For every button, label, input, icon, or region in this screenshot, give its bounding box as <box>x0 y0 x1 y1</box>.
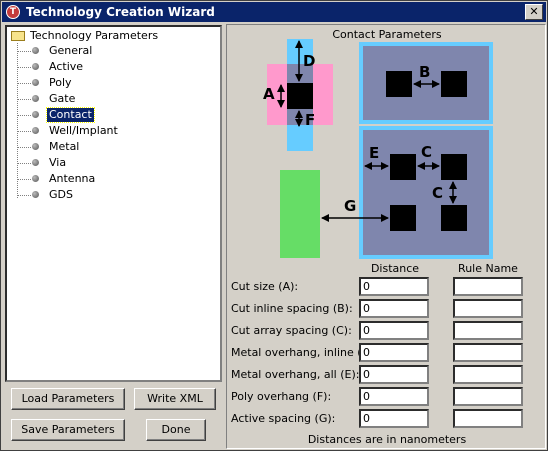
tree-item-general[interactable]: General <box>17 44 167 58</box>
poly-overhang-label: Poly overhang (F): <box>231 390 332 403</box>
tree-item-well-implant[interactable]: Well/Implant <box>17 124 167 138</box>
tree-item-label: GDS <box>49 188 73 201</box>
tree-root-label: Technology Parameters <box>30 29 159 42</box>
tree-item-poly[interactable]: Poly <box>17 76 167 90</box>
node-icon <box>32 79 39 86</box>
contact-cut-array-2 <box>441 154 467 180</box>
load-parameters-button[interactable]: Load Parameters <box>11 388 125 410</box>
title-bar: T Technology Creation Wizard ✕ <box>2 2 546 22</box>
node-icon <box>32 63 39 70</box>
tree-item-label: Via <box>49 156 67 169</box>
cut-inline-spacing-distance-input[interactable]: 0 <box>359 299 429 318</box>
wizard-window: T Technology Creation Wizard ✕ Technolog… <box>0 0 548 451</box>
tree-item-via[interactable]: Via <box>17 156 167 170</box>
done-button[interactable]: Done <box>146 419 206 441</box>
active-spacing-rule-input[interactable] <box>453 409 523 428</box>
close-button[interactable]: ✕ <box>525 4 543 20</box>
node-icon <box>32 143 39 150</box>
metal-overhang-inline-label: Metal overhang, inline (D): <box>231 346 378 359</box>
label-b: B <box>419 63 430 81</box>
well-region-inline <box>363 46 489 120</box>
tree-item-label: Gate <box>49 92 76 105</box>
label-g: G <box>344 197 356 215</box>
cut-array-spacing-rule-input[interactable] <box>453 321 523 340</box>
folder-icon <box>11 31 25 41</box>
metal-overhang-inline-distance-input[interactable]: 0 <box>359 343 429 362</box>
poly-overhang-rule-input[interactable] <box>453 387 523 406</box>
cut-inline-spacing-label: Cut inline spacing (B): <box>231 302 353 315</box>
contact-cut-inline-1 <box>386 71 412 97</box>
contact-parameters-panel: Contact Parameters D A F B E C C G Dista… <box>226 24 546 449</box>
label-c-horizontal: C <box>421 143 432 161</box>
node-icon <box>32 111 39 118</box>
metal-overhang-all-label: Metal overhang, all (E): <box>231 368 360 381</box>
contact-cut-array-3 <box>390 205 416 231</box>
rule-name-column-header: Rule Name <box>458 262 518 275</box>
label-e: E <box>369 144 379 162</box>
tree-item-antenna[interactable]: Antenna <box>17 172 167 186</box>
contact-cut-array-4 <box>441 205 467 231</box>
label-a: A <box>263 85 275 103</box>
poly-overhang-distance-input[interactable]: 0 <box>359 387 429 406</box>
active-region <box>280 170 320 258</box>
parameter-tree: Technology Parameters General Active Pol… <box>5 25 222 382</box>
cut-array-spacing-distance-input[interactable]: 0 <box>359 321 429 340</box>
tree-item-gds[interactable]: GDS <box>17 188 167 202</box>
units-note: Distances are in nanometers <box>307 433 467 446</box>
write-xml-button[interactable]: Write XML <box>134 388 216 410</box>
cut-inline-spacing-rule-input[interactable] <box>453 299 523 318</box>
save-parameters-button[interactable]: Save Parameters <box>11 419 125 441</box>
tree-item-label: Active <box>49 60 84 73</box>
node-icon <box>32 175 39 182</box>
metal-overhang-all-rule-input[interactable] <box>453 365 523 384</box>
tree-item-contact[interactable]: Contact <box>17 107 167 123</box>
active-spacing-distance-input[interactable]: 0 <box>359 409 429 428</box>
tree-item-active[interactable]: Active <box>17 60 167 74</box>
cut-size-distance-input[interactable]: 0 <box>359 277 429 296</box>
contact-cut-inline-2 <box>441 71 467 97</box>
tree-item-label: Poly <box>49 76 72 89</box>
contact-rules-diagram: D A F B E C C G <box>263 39 493 259</box>
active-spacing-label: Active spacing (G): <box>231 412 336 425</box>
label-c-vertical: C <box>432 184 443 202</box>
node-icon <box>32 47 39 54</box>
distance-column-header: Distance <box>370 262 420 275</box>
node-icon <box>32 127 39 134</box>
label-f: F <box>305 111 315 129</box>
contact-cut-single <box>287 83 313 109</box>
tree-item-label: Contact <box>46 107 95 123</box>
tree-item-metal[interactable]: Metal <box>17 140 167 154</box>
label-d: D <box>303 52 315 70</box>
tree-item-label: Antenna <box>49 172 96 185</box>
cut-size-rule-input[interactable] <box>453 277 523 296</box>
contact-cut-array-1 <box>390 154 416 180</box>
metal-overhang-inline-rule-input[interactable] <box>453 343 523 362</box>
cut-array-spacing-label: Cut array spacing (C): <box>231 324 352 337</box>
tree-item-label: General <box>49 44 93 57</box>
node-icon <box>32 95 39 102</box>
node-icon <box>32 159 39 166</box>
cut-size-label: Cut size (A): <box>231 280 299 293</box>
tree-item-label: Well/Implant <box>49 124 118 137</box>
node-icon <box>32 191 39 198</box>
app-icon: T <box>6 5 20 19</box>
window-title: Technology Creation Wizard <box>26 5 215 19</box>
tree-item-gate[interactable]: Gate <box>17 92 167 106</box>
tree-item-label: Metal <box>49 140 80 153</box>
metal-overhang-all-distance-input[interactable]: 0 <box>359 365 429 384</box>
